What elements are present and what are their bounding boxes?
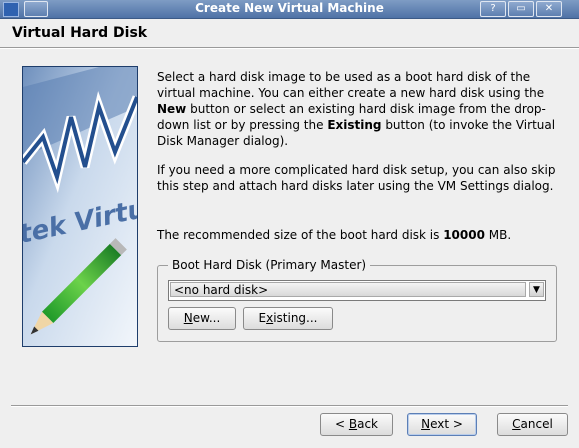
button-label: ancel — [520, 417, 553, 431]
hard-disk-select-value[interactable]: <no hard disk> — [170, 282, 526, 297]
cancel-button[interactable]: Cancel — [497, 413, 568, 436]
mnemonic: B — [348, 417, 358, 431]
button-label: < — [334, 417, 349, 431]
description-existing-keyword: Existing — [327, 118, 382, 132]
dropdown-arrow-icon[interactable]: ▼ — [529, 282, 544, 297]
page-header: Virtual Hard Disk — [0, 19, 579, 47]
mnemonic: N — [421, 417, 431, 431]
hard-disk-select[interactable]: <no hard disk> ▼ — [168, 280, 546, 301]
recommended-size-text: The recommended size of the boot hard di… — [157, 227, 557, 243]
maximize-button[interactable]: ▭ — [508, 1, 534, 17]
description-paragraph-2: If you need a more complicated hard disk… — [157, 163, 556, 193]
button-label: ack — [357, 417, 378, 431]
boot-hard-disk-group-title: Boot Hard Disk (Primary Master) — [168, 258, 371, 272]
boot-hard-disk-group — [157, 265, 557, 342]
back-button[interactable]: < Back — [320, 413, 393, 436]
wizard-illustration-icon: tek Virtua — [23, 67, 137, 346]
existing-hard-disk-button[interactable]: Existing... — [243, 307, 333, 330]
next-button[interactable]: Next > — [407, 413, 477, 436]
button-label: E — [258, 311, 267, 325]
wizard-image: tek Virtua — [22, 66, 138, 347]
size-unit: MB. — [484, 228, 512, 242]
new-hard-disk-button[interactable]: New... — [168, 307, 236, 330]
description-paragraph-1: Select a hard disk image to be used as a… — [157, 69, 557, 149]
header-divider — [0, 47, 579, 49]
window-titlebar: Create New Virtual Machine ? ▭ ✕ — [0, 0, 579, 19]
button-label: ew... — [192, 311, 221, 325]
footer-divider — [11, 405, 568, 407]
mnemonic: N — [183, 311, 193, 325]
help-button[interactable]: ? — [480, 1, 506, 17]
close-button[interactable]: ✕ — [536, 1, 562, 17]
button-label: ext > — [430, 417, 463, 431]
description-text: The recommended size of the boot hard di… — [157, 228, 444, 242]
button-label: isting... — [273, 311, 318, 325]
description-new-keyword: New — [157, 102, 187, 116]
recommended-size-value: 10000 — [443, 228, 485, 242]
mnemonic: C — [512, 417, 521, 431]
description-text: Select a hard disk image to be used as a… — [157, 70, 545, 100]
page-title: Virtual Hard Disk — [12, 25, 148, 41]
